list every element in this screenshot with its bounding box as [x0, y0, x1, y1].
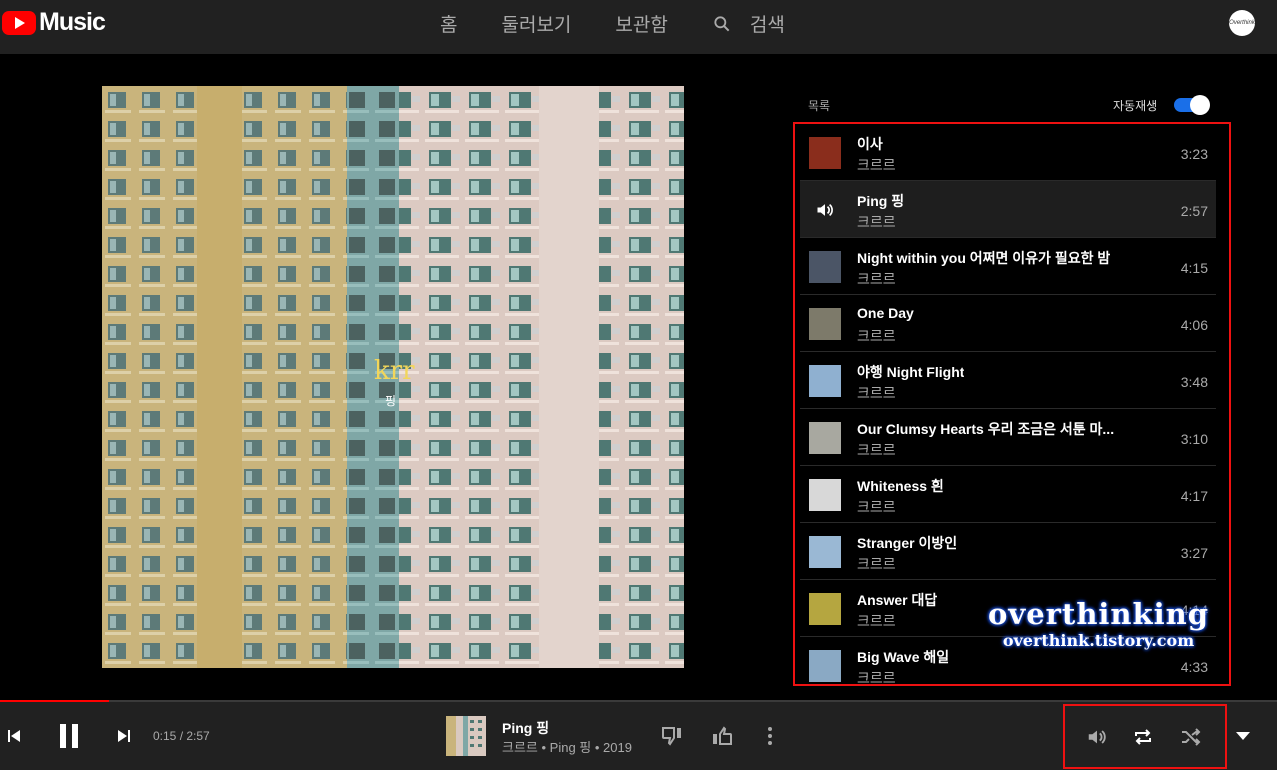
queue-item[interactable]: 야행 Night Flight 크르르 3:48 [800, 352, 1216, 409]
track-title: Big Wave 해일 [857, 649, 950, 665]
track-artist: 크르르 [857, 157, 896, 173]
autoplay-label: 자동재생 [1113, 99, 1158, 113]
extra-controls-group [1063, 704, 1227, 769]
track-title: Answer 대답 [857, 592, 938, 608]
queue-item[interactable]: Stranger 이방인 크르르 3:27 [800, 523, 1216, 580]
next-button[interactable] [112, 724, 136, 748]
dislike-button[interactable] [658, 724, 686, 748]
now-playing-subtitle[interactable]: 크르르 • Ping 핑 • 2019 [502, 737, 632, 756]
track-duration: 3:27 [1180, 545, 1208, 561]
nav-explore[interactable]: 둘러보기 [501, 10, 571, 37]
track-thumbnail [809, 365, 841, 397]
track-thumbnail [809, 593, 841, 625]
track-artist: 크르르 [857, 556, 896, 572]
pause-icon [60, 724, 78, 748]
like-button[interactable] [708, 724, 736, 748]
album-artist-text: krr [374, 356, 415, 386]
nav-search[interactable]: 검색 [712, 10, 785, 37]
skip-previous-icon [8, 730, 20, 742]
track-thumbnail [809, 650, 841, 682]
track-thumbnail [809, 308, 841, 340]
now-playing-thumbnail[interactable] [446, 716, 486, 756]
player-bar: 0:15 / 2:57 Ping 핑 크르르 • Ping 핑 • 2019 [0, 700, 1277, 770]
queue-item[interactable]: Whiteness 흰 크르르 4:17 [800, 466, 1216, 523]
avatar[interactable]: Overthink [1229, 10, 1255, 36]
repeat-button[interactable] [1129, 724, 1157, 750]
nav-search-label: 검색 [749, 15, 785, 36]
previous-button[interactable] [2, 724, 26, 748]
skip-next-icon [118, 730, 130, 742]
track-thumbnail [809, 251, 841, 283]
thumbs-up-icon [713, 726, 732, 745]
nav-home[interactable]: 홈 [440, 10, 457, 37]
watermark-url: overthink.tistory.com [1002, 631, 1195, 650]
queue-item[interactable]: Our Clumsy Hearts 우리 조금은 서툰 마... 크르르 3:1… [800, 409, 1216, 466]
track-artist: 크르르 [857, 328, 896, 344]
track-title: 이사 [857, 136, 883, 152]
track-duration: 4:17 [1180, 488, 1208, 504]
more-vert-icon [768, 727, 772, 745]
queue-item[interactable]: One Day 크르르 4:06 [800, 295, 1216, 352]
queue-item-now-playing[interactable]: Ping 핑 크르르 2:57 [800, 181, 1216, 238]
volume-icon [1088, 730, 1106, 744]
album-title-text: 핑 [385, 394, 397, 408]
toggle-knob [1190, 95, 1210, 115]
track-duration: 3:23 [1180, 146, 1208, 162]
repeat-icon [1135, 729, 1151, 745]
track-artist: 크르르 [857, 442, 896, 458]
track-title: Whiteness 흰 [857, 478, 944, 494]
track-duration: 4:15 [1180, 260, 1208, 276]
watermark: overthinking overthink.tistory.com [988, 597, 1209, 650]
queue-header: 목록 자동재생 [808, 95, 1212, 115]
logo-text: Music [39, 8, 106, 36]
queue-title: 목록 [808, 99, 831, 113]
track-title: 야행 Night Flight [857, 364, 965, 380]
main-nav: 홈 둘러보기 보관함 검색 [440, 10, 785, 37]
queue-item[interactable]: Night within you 어쩌면 이유가 필요한 밤 크르르 4:15 [800, 238, 1216, 295]
track-title: Our Clumsy Hearts 우리 조금은 서툰 마... [857, 421, 1115, 437]
track-title: Stranger 이방인 [857, 535, 958, 551]
watermark-title: overthinking [988, 597, 1209, 631]
track-artist: 크르르 [857, 214, 896, 230]
track-duration: 3:10 [1180, 431, 1208, 447]
volume-button[interactable] [1083, 724, 1111, 750]
track-title: Night within you 어쩌면 이유가 필요한 밤 [857, 250, 1111, 266]
shuffle-button[interactable] [1177, 724, 1205, 750]
youtube-music-logo[interactable]: Music [2, 8, 106, 37]
expand-player-button[interactable] [1232, 726, 1254, 746]
more-options-button[interactable] [760, 724, 780, 748]
track-title: One Day [857, 305, 914, 321]
search-icon [714, 15, 730, 31]
track-duration: 4:33 [1180, 659, 1208, 675]
queue-item[interactable]: 이사 크르르 3:23 [800, 124, 1216, 181]
track-artist: 크르르 [857, 670, 896, 686]
pause-button[interactable] [52, 718, 86, 754]
track-thumbnail [809, 536, 841, 568]
track-duration: 4:06 [1180, 317, 1208, 333]
speaker-icon [809, 194, 841, 226]
track-duration: 2:57 [1180, 203, 1208, 219]
track-artist: 크르르 [857, 613, 896, 629]
album-art: krr 핑 [102, 86, 684, 668]
track-thumbnail [809, 422, 841, 454]
track-duration: 3:48 [1180, 374, 1208, 390]
now-playing-art [446, 716, 486, 756]
time-display: 0:15 / 2:57 [153, 729, 210, 743]
top-nav-bar: Music 홈 둘러보기 보관함 검색 Overthink [0, 0, 1277, 54]
progress-fill [0, 700, 109, 702]
track-artist: 크르르 [857, 385, 896, 401]
track-artist: 크르르 [857, 271, 896, 287]
nav-library[interactable]: 보관함 [615, 10, 667, 37]
autoplay-toggle[interactable] [1174, 95, 1210, 115]
thumbs-down-icon [662, 727, 681, 746]
shuffle-icon [1182, 728, 1201, 746]
youtube-play-logo-icon [2, 10, 36, 35]
now-playing-title[interactable]: Ping 핑 [502, 718, 549, 738]
track-title: Ping 핑 [857, 193, 905, 209]
track-thumbnail [809, 137, 841, 169]
chevron-down-icon [1236, 732, 1250, 740]
progress-bar[interactable] [0, 700, 1277, 702]
track-thumbnail [809, 479, 841, 511]
track-artist: 크르르 [857, 499, 896, 515]
